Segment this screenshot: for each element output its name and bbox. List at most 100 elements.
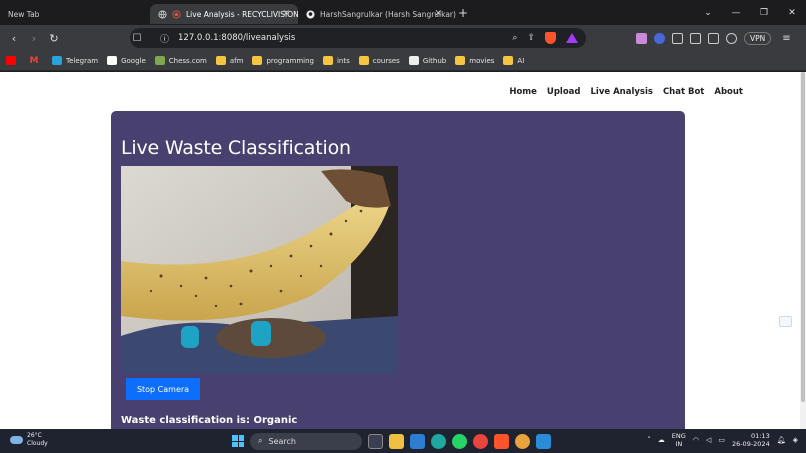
- bookmark-folder-afm[interactable]: afm: [215, 56, 244, 65]
- bookmark-google[interactable]: Google: [107, 56, 146, 65]
- leo-icon[interactable]: [726, 32, 737, 44]
- puzzle-icon[interactable]: [672, 32, 683, 44]
- close-window-icon[interactable]: ✕: [778, 8, 806, 18]
- scrollbar-thumb[interactable]: [801, 72, 805, 402]
- url-text[interactable]: 127.0.0.1:8080/liveanalysis: [178, 33, 295, 43]
- windows-taskbar: 26°C Cloudy ⌕ Search ˄ ☁ ENG IN ◠ ◁ ▭ 01…: [0, 429, 806, 453]
- windows-start-icon[interactable]: [232, 435, 244, 447]
- youtube-icon: [6, 56, 16, 65]
- notification-bell-icon[interactable]: 🔔︎: [777, 436, 786, 444]
- chess-icon: [154, 56, 165, 65]
- folder-icon: [503, 56, 514, 65]
- extension-icon[interactable]: [654, 32, 665, 44]
- reload-icon[interactable]: ↻: [44, 32, 64, 45]
- system-tray: ˄ ☁ ENG IN ◠ ◁ ▭ 01:13 26-09-2024 🔔︎ ◈: [647, 432, 798, 448]
- wifi-icon[interactable]: ◠: [693, 436, 699, 444]
- folder-icon: [455, 56, 466, 65]
- sidebar-icon[interactable]: [690, 32, 701, 44]
- new-tab-button[interactable]: +: [454, 6, 472, 20]
- stop-camera-button[interactable]: Stop Camera: [126, 378, 200, 400]
- date: 26-09-2024: [731, 440, 770, 448]
- telegram-icon: [52, 56, 62, 65]
- bookmark-label: Chess.com: [168, 56, 207, 65]
- minimize-icon[interactable]: —: [722, 8, 750, 18]
- bookmark-label: Google: [121, 56, 146, 65]
- taskbar-center: ⌕ Search: [232, 431, 551, 451]
- globe-icon: [158, 9, 167, 19]
- bookmark-gmail[interactable]: M: [29, 56, 43, 66]
- browser-toolbar: ‹ › ↻ ☐ ⓘ 127.0.0.1:8080/liveanalysis ⌕ …: [0, 25, 806, 51]
- edge-icon[interactable]: [431, 433, 446, 449]
- nav-chat-bot[interactable]: Chat Bot: [663, 87, 704, 97]
- extensions-area: VPN ≡: [636, 25, 791, 51]
- chevron-up-icon[interactable]: ˄: [647, 436, 651, 444]
- lang-bottom: IN: [675, 440, 683, 448]
- bookmark-icon[interactable]: ☐: [127, 33, 147, 44]
- store-icon[interactable]: [410, 433, 425, 449]
- tab-new-tab[interactable]: New Tab: [0, 4, 150, 24]
- extension-icon[interactable]: [636, 32, 647, 44]
- bookmark-folder-ai[interactable]: AI: [503, 56, 524, 65]
- web-page: Home Upload Live Analysis Chat Bot About…: [0, 72, 806, 429]
- camera-feed: [121, 166, 398, 373]
- forward-icon[interactable]: ›: [24, 32, 44, 45]
- site-info-icon[interactable]: ⓘ: [160, 32, 169, 45]
- menu-icon[interactable]: ≡: [782, 33, 790, 44]
- battery-icon[interactable]: ▭: [718, 436, 725, 444]
- bookmark-label: afm: [229, 56, 244, 65]
- bookmark-label: Telegram: [66, 56, 99, 65]
- clock[interactable]: 01:13 26-09-2024: [732, 432, 770, 448]
- brave-rewards-icon[interactable]: [566, 33, 578, 43]
- file-explorer-icon[interactable]: [389, 433, 404, 449]
- close-icon[interactable]: ✕: [282, 9, 290, 19]
- taskbar-search[interactable]: ⌕ Search: [250, 432, 362, 450]
- bookmark-chess[interactable]: Chess.com: [154, 56, 207, 65]
- share-icon[interactable]: ⇪: [527, 33, 535, 43]
- side-panel-icon[interactable]: [779, 316, 792, 327]
- tab-live-analysis[interactable]: Live Analysis - RECYCLIVISION ✕: [150, 4, 299, 24]
- tab-strip: New Tab Live Analysis - RECYCLIVISION ✕ …: [0, 0, 806, 25]
- brave-icon[interactable]: [494, 433, 509, 449]
- whatsapp-icon[interactable]: [452, 433, 467, 449]
- volume-icon[interactable]: ◁: [706, 436, 711, 444]
- bookmark-github[interactable]: Github: [408, 56, 446, 65]
- vscode-icon[interactable]: [536, 433, 551, 449]
- language-indicator[interactable]: ENG IN: [672, 432, 686, 448]
- onedrive-icon[interactable]: ☁: [658, 436, 665, 444]
- nav-about[interactable]: About: [714, 87, 743, 97]
- search-icon: ⌕: [258, 436, 263, 445]
- bookmark-folder-courses[interactable]: courses: [358, 56, 400, 65]
- bookmark-label: courses: [372, 56, 400, 65]
- bookmark-label: ints: [336, 56, 350, 65]
- close-icon[interactable]: ✕: [434, 9, 442, 19]
- site-nav: Home Upload Live Analysis Chat Bot About: [509, 87, 743, 97]
- address-bar[interactable]: ☐ ⓘ 127.0.0.1:8080/liveanalysis ⌕ ⇪: [130, 28, 586, 48]
- restore-icon[interactable]: ❐: [750, 8, 778, 18]
- nav-home[interactable]: Home: [509, 87, 537, 97]
- classification-result: Waste classification is: Organic: [121, 415, 298, 426]
- bookmark-folder-ints[interactable]: ints: [322, 56, 350, 65]
- nav-upload[interactable]: Upload: [547, 87, 581, 97]
- weather-widget[interactable]: 26°C Cloudy: [10, 432, 48, 448]
- back-icon[interactable]: ‹: [4, 32, 24, 45]
- github-icon: [306, 9, 315, 19]
- task-view-icon[interactable]: [368, 433, 383, 449]
- copilot-icon[interactable]: ◈: [793, 436, 798, 444]
- wallet-icon[interactable]: [708, 32, 719, 44]
- zoom-icon[interactable]: ⌕: [512, 33, 517, 43]
- chrome-icon[interactable]: [473, 433, 488, 449]
- bookmark-youtube[interactable]: [6, 56, 20, 65]
- window-controls: ⌄ — ❐ ✕: [694, 0, 806, 25]
- recording-icon: [172, 9, 181, 19]
- bookmark-label: movies: [469, 56, 495, 65]
- bookmark-telegram[interactable]: Telegram: [52, 56, 98, 65]
- bookmark-folder-programming[interactable]: programming: [252, 56, 314, 65]
- vpn-button[interactable]: VPN: [744, 31, 772, 45]
- bookmark-folder-movies[interactable]: movies: [455, 56, 494, 65]
- lang-top: ENG: [671, 432, 686, 440]
- brave-shield-icon[interactable]: [545, 32, 556, 44]
- nav-live-analysis[interactable]: Live Analysis: [590, 87, 652, 97]
- chevron-down-icon[interactable]: ⌄: [694, 8, 722, 18]
- chrome-dev-icon[interactable]: [515, 433, 530, 449]
- tab-github[interactable]: HarshSangrulkar (Harsh Sangrulkar) ✕: [298, 4, 456, 24]
